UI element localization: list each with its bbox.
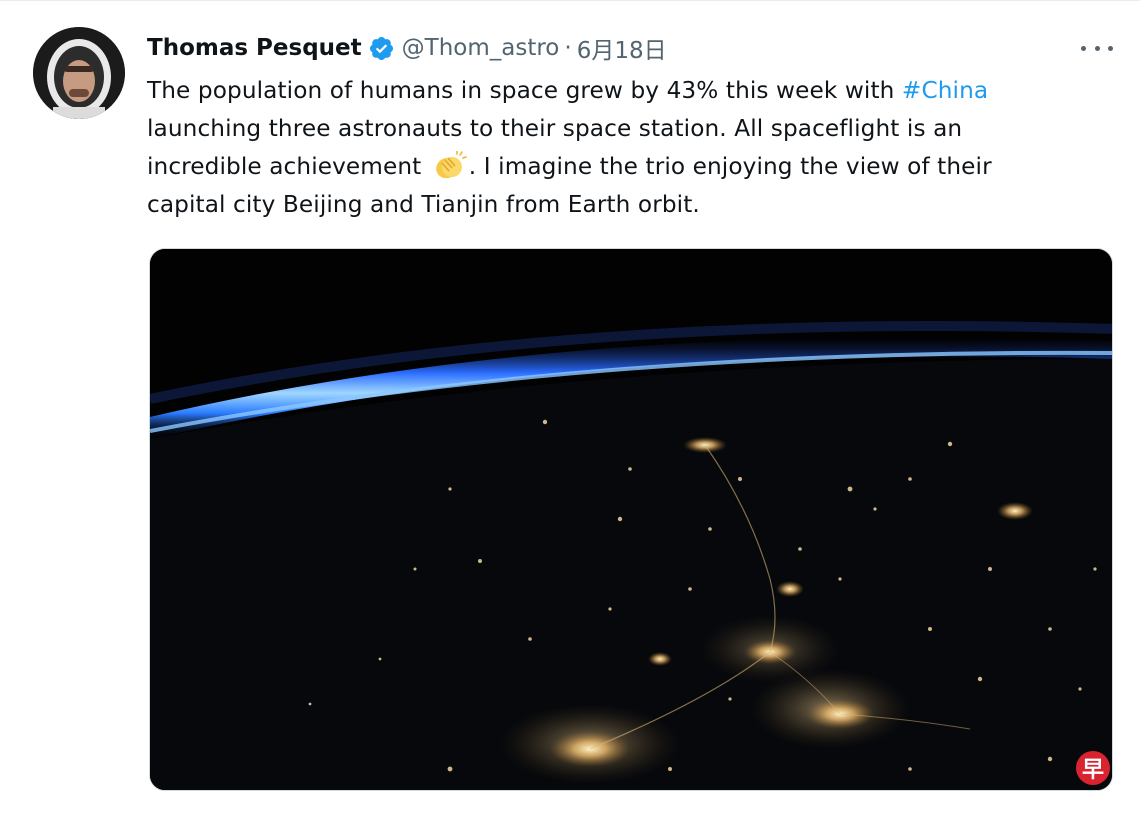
tweet-header: Thomas Pesquet @Thom_astro · 6月18日 [147,29,667,67]
earth-night-photo-icon [150,249,1112,790]
author-name[interactable]: Thomas Pesquet [147,35,362,61]
hashtag-link[interactable]: #China [902,77,988,104]
tweet-text-segment: incredible achievement [147,153,429,180]
avatar[interactable] [33,27,125,119]
verified-badge-icon [369,36,393,60]
tweet-date[interactable]: 6月18日 [577,31,667,65]
more-icon-dot [1081,45,1086,51]
tweet-text-segment: . I imagine the trio enjoying the view o… [468,153,992,180]
tweet-text-line-2: launching three astronauts to their spac… [147,115,963,142]
tweet-media-photo[interactable] [149,248,1113,791]
tweet-text-segment: The population of humans in space grew b… [147,77,902,104]
tweet-text-line-1: The population of humans in space grew b… [147,72,1082,110]
tweet-text: The population of humans in space grew b… [147,72,1082,224]
clapping-hands-icon [435,151,467,179]
author-handle[interactable]: @Thom_astro [402,35,560,61]
publisher-logo: 早 [1076,751,1110,785]
astronaut-avatar-icon [33,27,125,119]
more-options-button[interactable] [1081,37,1113,59]
tweet-text-line-3: incredible achievement . I imagine the t… [147,148,1082,186]
tweet-text-line-4: capital city Beijing and Tianjin from Ea… [147,191,700,218]
more-icon-dot [1094,45,1100,51]
more-icon-dot [1108,45,1113,51]
header-separator: · [564,35,572,61]
tweet-card: Thomas Pesquet @Thom_astro · 6月18日 The p… [0,0,1140,818]
